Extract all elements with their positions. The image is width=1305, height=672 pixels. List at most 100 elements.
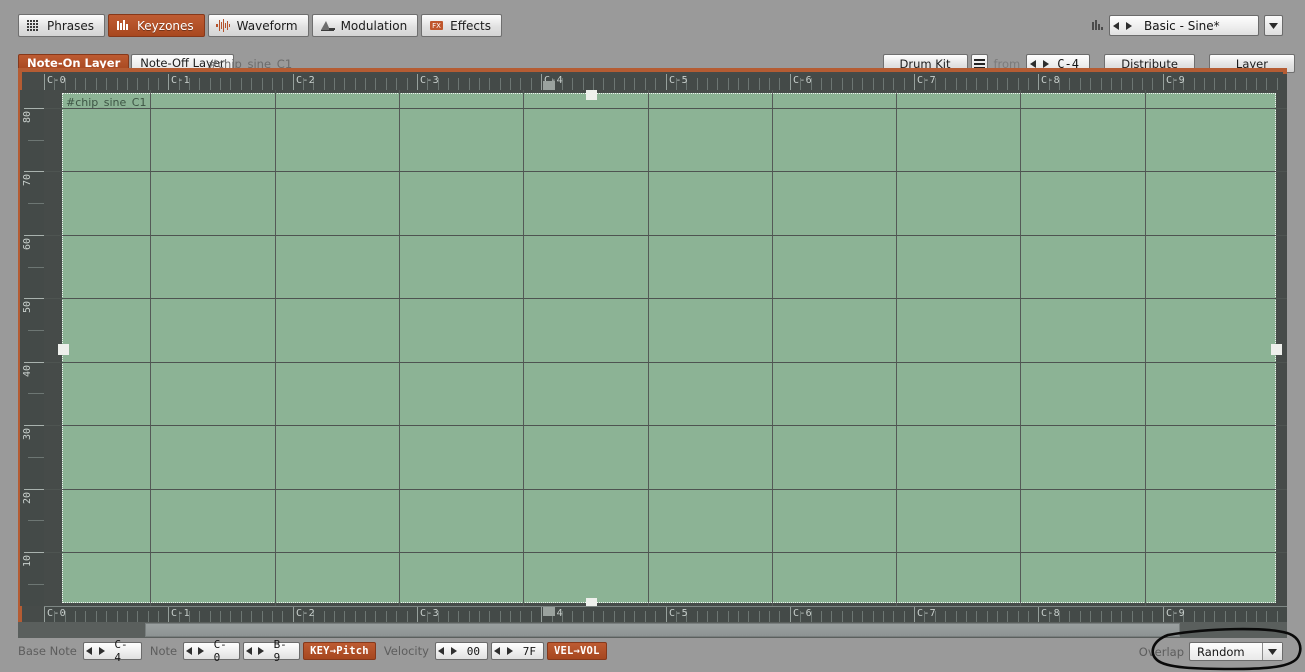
ruler-semitone-tick (1256, 78, 1257, 90)
velocity-minor-tick (28, 520, 44, 521)
note-range-label: Note (149, 644, 178, 658)
keyzone-canvas[interactable]: #chip_sine_C1 (44, 90, 1287, 606)
preset-spinner[interactable]: Basic - Sine* (1109, 15, 1259, 36)
vel-to-vol-button[interactable]: VEL→VOL (546, 642, 607, 660)
ruler-semitone-tick (759, 78, 760, 90)
base-note-marker[interactable] (543, 607, 555, 616)
handle-top-center[interactable] (586, 90, 597, 100)
ruler-semitone-tick (448, 78, 449, 90)
ruler-semitone-tick (1132, 78, 1133, 90)
ruler-octave-label: C-0 (47, 608, 66, 619)
tab-keyzones[interactable]: Keyzones (108, 14, 205, 37)
grid-velocity-line (44, 171, 1287, 172)
note-high-prev-icon[interactable] (244, 643, 255, 659)
ruler-octave-divider (790, 74, 791, 90)
note-low-next-icon[interactable] (195, 643, 206, 659)
handle-bottom-center[interactable] (586, 598, 597, 606)
tab-effects[interactable]: FX Effects (421, 14, 502, 37)
velocity-ruler-label: 40 (22, 364, 33, 377)
velocity-high-next-icon[interactable] (504, 643, 516, 659)
ruler-semitone-tick (365, 78, 366, 90)
overlap-setting: Overlap Random (1139, 642, 1283, 661)
note-high-spinner[interactable]: B-9 (243, 638, 301, 664)
ruler-semitone-tick (85, 78, 86, 90)
ruler-semitone-tick (593, 78, 594, 90)
bottom-note-ruler[interactable]: C-0C-1C-2C-3C-4C-5C-6C-7C-8C-9 (44, 606, 1287, 623)
note-low-prev-icon[interactable] (184, 643, 195, 659)
horizontal-scrollbar-thumb[interactable] (145, 623, 1180, 637)
handle-right-middle[interactable] (1271, 344, 1282, 355)
velocity-low-prev-icon[interactable] (436, 643, 448, 659)
velocity-minor-tick (28, 584, 44, 585)
ruler-semitone-tick (1080, 78, 1081, 90)
ruler-semitone-tick (655, 78, 656, 90)
ruler-semitone-tick (251, 78, 252, 90)
keyzone-region[interactable]: #chip_sine_C1 (58, 90, 1282, 606)
ruler-octave-label: C-1 (171, 75, 190, 86)
ruler-octave-label: C-5 (669, 75, 688, 86)
ruler-semitone-tick (987, 78, 988, 90)
overlap-label: Overlap (1138, 644, 1184, 659)
ruler-semitone-tick (1266, 78, 1267, 90)
top-note-ruler[interactable]: C-0C-1C-2C-3C-4C-5C-6C-7C-8C-9 (44, 74, 1287, 91)
ruler-octave-label: C-7 (917, 608, 936, 619)
note-high-next-icon[interactable] (255, 643, 266, 659)
base-note-spinner[interactable]: C-4 (82, 638, 142, 664)
ruler-semitone-tick (997, 78, 998, 90)
ruler-semitone-tick (748, 78, 749, 90)
base-note-marker[interactable] (543, 81, 555, 90)
velocity-minor-tick (28, 140, 44, 141)
ruler-semitone-tick (479, 78, 480, 90)
tab-modulation[interactable]: Modulation (311, 14, 419, 37)
overlap-dropdown[interactable]: Random (1189, 642, 1283, 661)
preset-value: Basic - Sine* (1144, 18, 1220, 33)
preset-dropdown-button[interactable] (1264, 15, 1283, 36)
ruler-semitone-tick (1214, 78, 1215, 90)
note-low-spinner[interactable]: C-0 (183, 638, 241, 664)
ruler-semitone-tick (1204, 78, 1205, 90)
base-note-prev-icon[interactable] (84, 643, 96, 659)
keyzone-properties: Base Note C-4 Note C-0 B-9 KEY→Pitch Vel… (18, 638, 607, 664)
velocity-low-value: 00 (466, 644, 480, 658)
velocity-high-prev-icon[interactable] (492, 643, 504, 659)
velocity-low-next-icon[interactable] (448, 643, 460, 659)
ruler-octave-label: C-2 (296, 75, 315, 86)
tab-phrases[interactable]: Phrases (18, 14, 106, 37)
ruler-semitone-tick (344, 78, 345, 90)
velocity-low-spinner[interactable]: 00 (434, 642, 488, 660)
preset-next-icon[interactable] (1122, 16, 1134, 35)
left-velocity-ruler: 80 70 60 50 40 30 20 10 (20, 90, 44, 606)
handle-left-middle[interactable] (58, 344, 69, 355)
ruler-semitone-tick (272, 78, 273, 90)
overlap-dropdown-icon[interactable] (1262, 643, 1282, 660)
base-note-next-icon[interactable] (96, 643, 108, 659)
ruler-semitone-tick (1194, 78, 1195, 90)
velocity-high-spinner[interactable]: 7F (490, 642, 544, 660)
ruler-semitone-tick (1246, 78, 1247, 90)
ruler-octave-label: C-1 (171, 608, 190, 619)
grid-velocity-line (44, 298, 1287, 299)
horizontal-scrollbar-track[interactable] (18, 622, 1287, 638)
velocity-major-tick (24, 108, 44, 109)
ruler-octave-divider (666, 74, 667, 90)
tab-phrases-label: Phrases (47, 18, 95, 33)
ruler-octave-label: C-3 (420, 608, 439, 619)
velocity-major-tick (24, 489, 44, 490)
ruler-octave-divider (914, 607, 915, 623)
ruler-octave-divider (1163, 74, 1164, 90)
ruler-semitone-tick (458, 78, 459, 90)
grid-octave-line (1020, 90, 1021, 606)
ruler-semitone-tick (262, 78, 263, 90)
ruler-octave-label: C-9 (1166, 608, 1185, 619)
preset-prev-icon[interactable] (1110, 16, 1122, 35)
ruler-octave-divider (1038, 74, 1039, 90)
tab-waveform[interactable]: Waveform (207, 14, 309, 37)
grid-velocity-line (44, 489, 1287, 490)
velocity-minor-tick (28, 330, 44, 331)
ruler-semitone-tick (1090, 78, 1091, 90)
ruler-semitone-tick (769, 78, 770, 90)
key-to-pitch-button[interactable]: KEY→Pitch (303, 642, 376, 660)
grid-octave-line (772, 90, 773, 606)
velocity-ruler-label: 20 (22, 491, 33, 504)
ruler-semitone-tick (904, 78, 905, 90)
